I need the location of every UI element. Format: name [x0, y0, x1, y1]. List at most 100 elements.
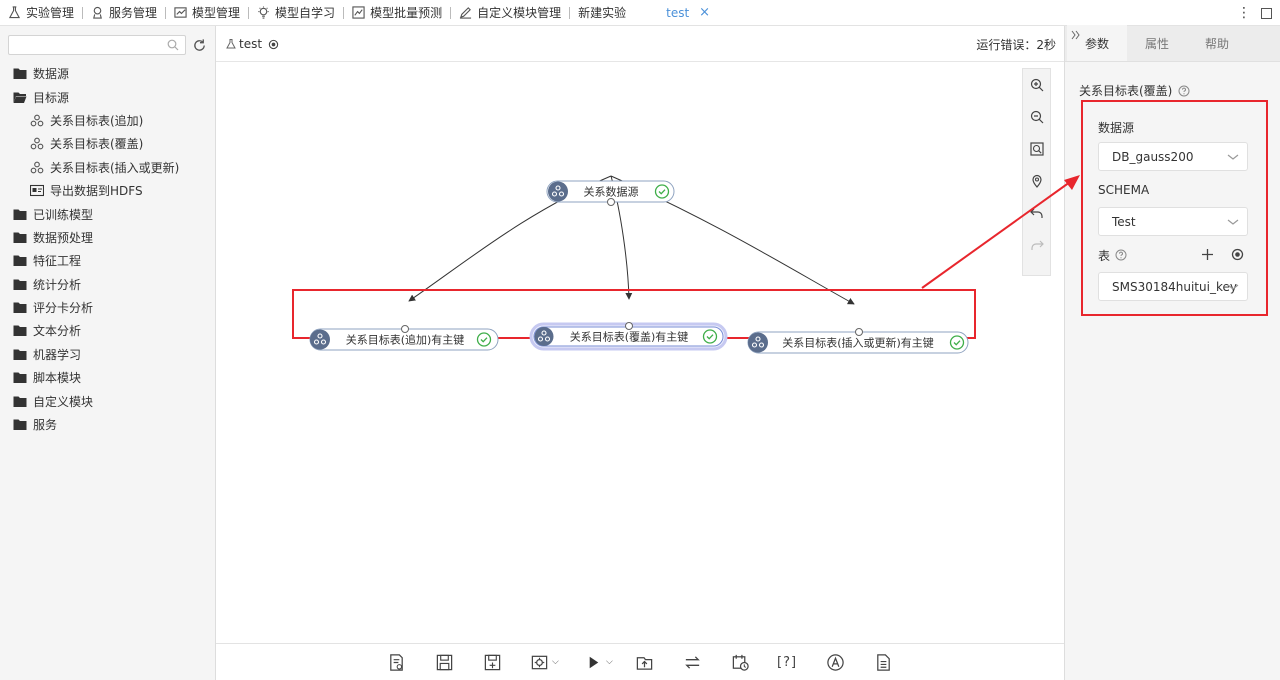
tree-item-label: 评分卡分析 — [33, 301, 94, 316]
maximize-icon[interactable] — [1261, 7, 1272, 19]
search-box[interactable] — [8, 35, 186, 55]
swap-icon — [685, 655, 700, 669]
tree-item-label: 脚本模块 — [33, 371, 82, 386]
properties-button[interactable] — [387, 652, 406, 672]
tree-folder[interactable]: 数据源 — [0, 62, 216, 85]
table-value: SMS30184huitui_key — [1112, 279, 1237, 294]
tree-module[interactable]: 关系目标表(覆盖) — [0, 132, 216, 155]
input-port[interactable] — [625, 322, 633, 330]
nav-label: 模型管理 — [192, 6, 241, 20]
module-sidebar: 数据源 目标源关系目标表(追加) 关系目标表(覆盖) 关系目标表(插入或更新) 导出数据… — [0, 26, 216, 680]
flask-icon — [8, 6, 21, 19]
redo-button[interactable] — [1023, 229, 1050, 261]
window-controls: ⋮ — [1235, 0, 1280, 26]
schema-select[interactable]: Test — [1098, 207, 1248, 236]
zoom-in-button[interactable] — [1023, 69, 1050, 101]
zoom-in-icon — [1030, 78, 1043, 92]
help-button[interactable]: [?] — [777, 652, 797, 672]
nav-label: 自定义模块管理 — [477, 6, 562, 20]
undo-button[interactable] — [1023, 197, 1050, 229]
nav-label: 实验管理 — [26, 6, 75, 20]
bottom-toolbar: ⌵ ⌵ [?] — [216, 643, 1064, 680]
folder-icon — [13, 302, 27, 314]
component-title: 关系目标表(覆盖) — [1079, 82, 1190, 99]
tree-folder[interactable]: 脚本模块 — [0, 366, 216, 389]
nav-item-new-experiment[interactable]: 新建实验 — [570, 0, 634, 26]
output-port[interactable] — [607, 198, 615, 206]
input-port[interactable] — [401, 325, 409, 333]
nav-item-services[interactable]: 服务管理 — [83, 0, 165, 26]
plus-icon[interactable] — [1201, 248, 1214, 261]
tree-module[interactable]: 导出数据到HDFS — [0, 179, 216, 202]
search-icon[interactable] — [167, 39, 179, 51]
table-select[interactable]: SMS30184huitui_key — [1098, 272, 1248, 301]
tree-item-label: 关系目标表(追加) — [50, 113, 144, 128]
node-append-target[interactable]: 关系目标表(追加)有主键 — [309, 325, 499, 351]
tree-item-label: 关系目标表(覆盖) — [50, 137, 144, 152]
fit-view-button[interactable] — [1023, 133, 1050, 165]
tree-folder[interactable]: 评分卡分析 — [0, 296, 216, 319]
tree-folder[interactable]: 机器学习 — [0, 343, 216, 366]
nav-item-batch-predict[interactable]: 模型批量预测 — [344, 0, 450, 26]
module-tree: 数据源 目标源关系目标表(追加) 关系目标表(覆盖) 关系目标表(插入或更新) 导出数据… — [0, 62, 216, 436]
tree-folder[interactable]: 文本分析 — [0, 319, 216, 342]
folder-icon — [13, 255, 27, 267]
tree-folder[interactable]: 目标源 — [0, 85, 216, 108]
folder-icon — [13, 396, 27, 407]
deploy-icon — [636, 656, 653, 670]
nav-item-custom-modules[interactable]: 自定义模块管理 — [451, 0, 569, 26]
nav-item-models[interactable]: 模型管理 — [166, 0, 248, 26]
node-relational-source[interactable]: 关系数据源 — [546, 180, 675, 206]
run-error-status: 运行错误：2秒 — [976, 38, 1056, 52]
close-icon[interactable]: × — [699, 5, 710, 20]
more-menu-icon[interactable]: ⋮ — [1235, 6, 1253, 20]
tab-help[interactable]: 帮助 — [1187, 25, 1247, 61]
schedule-button[interactable] — [731, 652, 750, 672]
save-icon — [436, 654, 453, 670]
chevron-down-icon: ⌵ — [552, 657, 559, 667]
target-icon[interactable] — [1231, 248, 1244, 261]
settings-dropdown-button[interactable]: ⌵ — [530, 652, 559, 672]
refresh-icon[interactable] — [192, 38, 207, 53]
tree-folder[interactable]: 特征工程 — [0, 249, 216, 272]
locate-button[interactable] — [1023, 165, 1050, 197]
tab-label: test — [666, 5, 690, 20]
workflow-graph[interactable]: 关系数据源 关系目标表(追加)有主键 关系目标表(覆盖)有主键 关系目标表(插入… — [216, 62, 1064, 643]
help-circle-icon[interactable] — [1178, 85, 1190, 97]
nav-item-self-learning[interactable]: 模型自学习 — [249, 0, 343, 26]
node-label: 关系目标表(追加)有主键 — [346, 333, 465, 347]
datasource-select[interactable]: DB_gauss200 — [1098, 142, 1248, 171]
annotate-button[interactable] — [826, 652, 845, 672]
node-overwrite-target[interactable]: 关系目标表(覆盖)有主键 — [529, 322, 728, 351]
sync-button[interactable] — [683, 652, 702, 672]
folder-icon — [13, 68, 27, 80]
nav-label: 服务管理 — [109, 6, 158, 20]
save-button[interactable] — [435, 652, 454, 672]
tree-item-label: 数据预处理 — [33, 230, 94, 245]
tree-folder[interactable]: 统计分析 — [0, 273, 216, 296]
target-icon[interactable] — [268, 39, 279, 50]
tree-module[interactable]: 关系目标表(插入或更新) — [0, 156, 216, 179]
run-dropdown-button[interactable]: ⌵ — [584, 652, 613, 672]
collapse-icon[interactable] — [1071, 30, 1081, 40]
tree-folder[interactable]: 自定义模块 — [0, 389, 216, 412]
node-upsert-target[interactable]: 关系目标表(插入或更新)有主键 — [747, 328, 969, 354]
search-input[interactable] — [9, 36, 159, 54]
zoom-out-button[interactable] — [1023, 101, 1050, 133]
tree-module[interactable]: 关系目标表(追加) — [0, 109, 216, 132]
tree-folder[interactable]: 数据预处理 — [0, 226, 216, 249]
tree-folder[interactable]: 服务 — [0, 413, 216, 436]
nav-label: 模型批量预测 — [370, 6, 443, 20]
log-button[interactable] — [874, 652, 893, 672]
tree-folder[interactable]: 已训练模型 — [0, 202, 216, 225]
tab-attributes[interactable]: 属性 — [1127, 25, 1187, 61]
tab-test[interactable]: test × — [658, 0, 718, 26]
nav-label: 模型自学习 — [275, 6, 336, 20]
letter-a-circle-icon — [827, 653, 844, 671]
help-circle-icon[interactable] — [1115, 249, 1127, 261]
deploy-button[interactable] — [635, 652, 654, 672]
save-as-button[interactable] — [483, 652, 502, 672]
input-port[interactable] — [855, 328, 863, 336]
nav-item-experiments[interactable]: 实验管理 — [0, 0, 82, 26]
zoom-toolbar — [1022, 68, 1051, 276]
